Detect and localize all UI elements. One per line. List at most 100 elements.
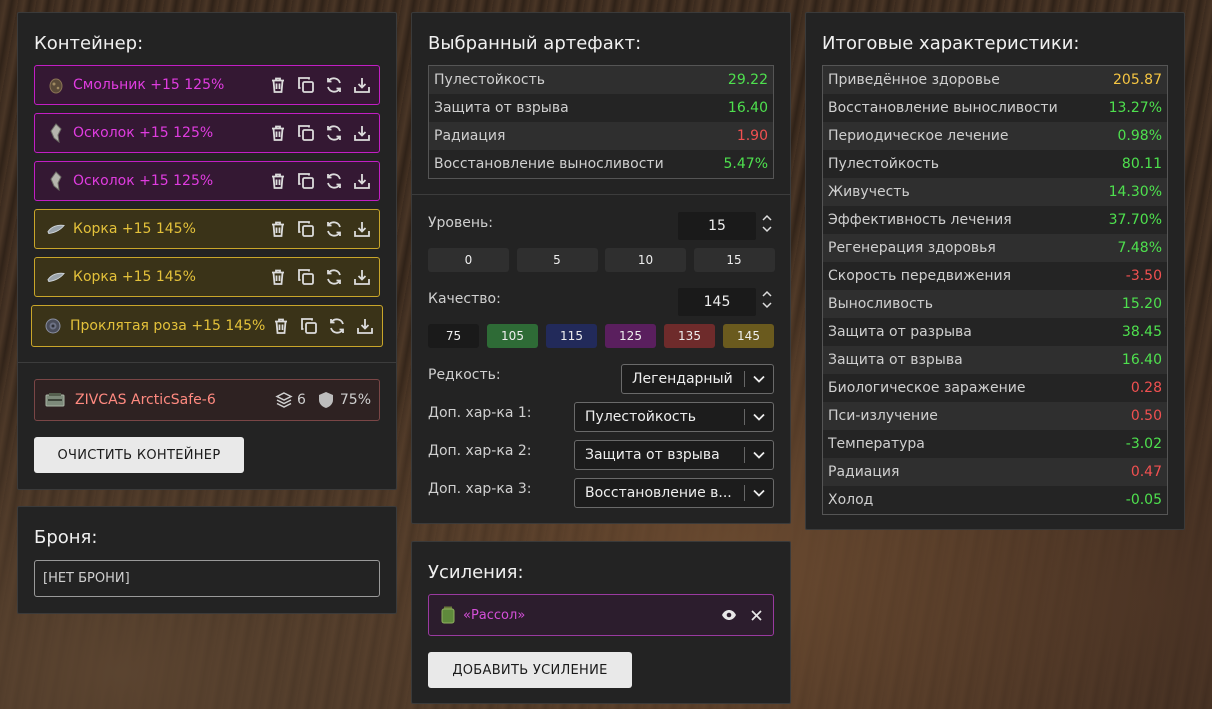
container-item-actions: [268, 124, 371, 143]
stat-name: Скорость передвижения: [828, 268, 1011, 284]
rarity-select[interactable]: Легендарный: [621, 364, 774, 394]
stat-value: 0.28: [1130, 380, 1162, 396]
stat-row: Пси-излучение 0.50: [823, 402, 1167, 430]
extra2-select[interactable]: Защита от взрыва: [574, 440, 774, 470]
trash-icon[interactable]: [268, 172, 287, 191]
stat-value: 14.30%: [1108, 184, 1162, 200]
stat-value: 205.87: [1113, 72, 1162, 88]
container-item[interactable]: Осколок +15 125%: [34, 161, 380, 201]
swap-icon[interactable]: [324, 76, 343, 95]
container-item[interactable]: Смольник +15 125%: [34, 65, 380, 105]
container-divider: [18, 362, 396, 363]
container-item[interactable]: Корка +15 145%: [34, 209, 380, 249]
download-icon[interactable]: [352, 268, 371, 287]
level-preset-button[interactable]: 10: [605, 248, 686, 272]
extra2-value: Защита от взрыва: [585, 447, 720, 463]
clear-container-button[interactable]: ОЧИСТИТЬ КОНТЕЙНЕР: [34, 437, 244, 473]
container-item-label: Смольник +15 125%: [73, 77, 225, 93]
boost-item[interactable]: «Рассол»: [428, 594, 774, 636]
container-item-actions: [268, 220, 371, 239]
container-item[interactable]: Корка +15 145%: [34, 257, 380, 297]
trash-icon[interactable]: [268, 124, 287, 143]
artifact-divider: [412, 194, 790, 195]
quality-preset-button[interactable]: 145: [723, 324, 774, 348]
add-boost-button[interactable]: ДОБАВИТЬ УСИЛЕНИЕ: [428, 652, 632, 688]
extra2-label: Доп. хар-ка 2:: [428, 443, 532, 459]
brine-jar-icon: [441, 606, 455, 624]
quality-stepper[interactable]: [761, 290, 773, 312]
chevron-down-icon[interactable]: [745, 489, 773, 497]
artifact-stats-table: Пулестойкость 29.22 Защита от взрыва 16.40 Р…: [428, 65, 774, 179]
quality-preset-button[interactable]: 75: [428, 324, 479, 348]
stat-name: Защита от взрыва: [434, 100, 569, 116]
swap-icon[interactable]: [324, 268, 343, 287]
quality-preset-button[interactable]: 135: [664, 324, 715, 348]
container-item-label: Осколок +15 125%: [73, 173, 214, 189]
stat-name: Регенерация здоровья: [828, 240, 996, 256]
shield-icon: [318, 391, 334, 409]
copy-icon[interactable]: [296, 124, 315, 143]
level-preset-button[interactable]: 0: [428, 248, 509, 272]
smolnik-icon: [47, 76, 65, 94]
eye-icon[interactable]: [721, 609, 737, 621]
swap-icon[interactable]: [324, 220, 343, 239]
quality-preset-button[interactable]: 105: [487, 324, 538, 348]
level-stepper[interactable]: [761, 214, 773, 236]
copy-icon[interactable]: [299, 317, 318, 336]
totals-title: Итоговые характеристики:: [822, 33, 1080, 54]
extra3-value: Восстановление в...: [585, 485, 732, 501]
copy-icon[interactable]: [296, 172, 315, 191]
container-item-actions: [271, 317, 374, 336]
swap-icon[interactable]: [327, 317, 346, 336]
copy-icon[interactable]: [296, 268, 315, 287]
extra1-value: Пулестойкость: [585, 409, 697, 425]
download-icon[interactable]: [352, 124, 371, 143]
stat-value: -3.02: [1125, 436, 1162, 452]
chevron-up-icon[interactable]: [762, 214, 772, 222]
trash-icon[interactable]: [268, 268, 287, 287]
extra1-select[interactable]: Пулестойкость: [574, 402, 774, 432]
level-preset-button[interactable]: 15: [693, 248, 775, 272]
container-item-label: Осколок +15 125%: [73, 125, 214, 141]
boost-item-label: «Рассол»: [463, 607, 526, 623]
download-icon[interactable]: [355, 317, 374, 336]
quality-input[interactable]: 145: [678, 288, 756, 316]
download-icon[interactable]: [352, 220, 371, 239]
container-item[interactable]: Осколок +15 125%: [34, 113, 380, 153]
chevron-down-icon[interactable]: [762, 225, 772, 233]
container-item[interactable]: Проклятая роза +15 145%: [31, 305, 383, 347]
stat-name: Восстановление выносливости: [828, 100, 1058, 116]
trash-icon[interactable]: [268, 220, 287, 239]
quality-preset-button[interactable]: 115: [546, 324, 597, 348]
copy-icon[interactable]: [296, 76, 315, 95]
swap-icon[interactable]: [324, 172, 343, 191]
chevron-up-icon[interactable]: [762, 290, 772, 298]
close-icon[interactable]: [751, 609, 762, 621]
container-case[interactable]: ZIVCAS ArcticSafe-6 6 75%: [34, 379, 380, 421]
extra3-label: Доп. хар-ка 3:: [428, 481, 532, 497]
armor-value: [НЕТ БРОНИ]: [43, 571, 130, 586]
armor-field[interactable]: [НЕТ БРОНИ]: [34, 560, 380, 597]
chevron-down-icon[interactable]: [745, 451, 773, 459]
download-icon[interactable]: [352, 76, 371, 95]
stat-row: Биологическое заражение 0.28: [823, 374, 1167, 402]
trash-icon[interactable]: [271, 317, 290, 336]
trash-icon[interactable]: [268, 76, 287, 95]
copy-icon[interactable]: [296, 220, 315, 239]
chevron-down-icon[interactable]: [762, 301, 772, 309]
stat-name: Восстановление выносливости: [434, 156, 664, 172]
stat-name: Защита от разрыва: [828, 324, 972, 340]
container-item-label: Корка +15 145%: [73, 269, 196, 285]
stat-row: Живучесть 14.30%: [823, 178, 1167, 206]
download-icon[interactable]: [352, 172, 371, 191]
quality-preset-button[interactable]: 125: [605, 324, 656, 348]
level-input[interactable]: 15: [678, 212, 756, 240]
chevron-down-icon[interactable]: [745, 375, 773, 383]
swap-icon[interactable]: [324, 124, 343, 143]
chevron-down-icon[interactable]: [745, 413, 773, 421]
container-item-label: Проклятая роза +15 145%: [70, 318, 266, 334]
level-preset-button[interactable]: 5: [516, 248, 598, 272]
container-title: Контейнер:: [34, 33, 144, 54]
extra3-select[interactable]: Восстановление в...: [574, 478, 774, 508]
stat-row: Скорость передвижения -3.50: [823, 262, 1167, 290]
